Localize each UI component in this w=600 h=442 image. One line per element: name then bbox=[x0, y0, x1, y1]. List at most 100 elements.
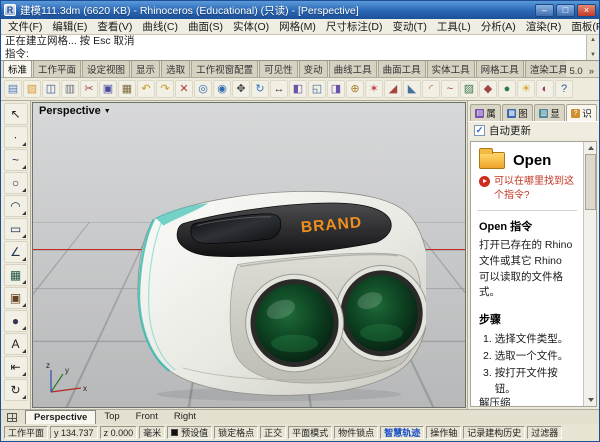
paste-icon[interactable]: ▦ bbox=[118, 80, 136, 98]
pan-icon[interactable]: ✥ bbox=[232, 80, 250, 98]
menu-item[interactable]: 网格(M) bbox=[274, 19, 321, 34]
print-icon[interactable]: ▥ bbox=[61, 80, 79, 98]
move-icon[interactable]: ↔ bbox=[270, 80, 288, 98]
3d-model[interactable]: BRAND bbox=[93, 167, 426, 401]
help-icon[interactable]: ? bbox=[555, 80, 573, 98]
ribbon-tab[interactable]: 工作平面 bbox=[33, 60, 81, 77]
current-layer[interactable]: 预设值 bbox=[167, 426, 212, 439]
transform-icon[interactable]: ↻ bbox=[4, 379, 28, 401]
menu-item[interactable]: 渲染(R) bbox=[521, 19, 567, 34]
ribbon-tab[interactable]: 曲线工具 bbox=[329, 60, 377, 77]
panel-tab-properties[interactable]: ▤ 属 bbox=[470, 104, 501, 121]
menu-item[interactable]: 工具(L) bbox=[432, 19, 476, 34]
zoom-extents-icon[interactable]: ◎ bbox=[194, 80, 212, 98]
copy-icon[interactable]: ▣ bbox=[99, 80, 117, 98]
status-toggle[interactable]: 平面模式 bbox=[288, 426, 332, 439]
split-icon[interactable]: ◣ bbox=[403, 80, 421, 98]
box-icon[interactable]: ▣ bbox=[4, 287, 28, 309]
ribbon-tab[interactable]: 曲面工具 bbox=[378, 60, 426, 77]
text-icon[interactable]: A bbox=[4, 333, 28, 355]
solid-tool-icon[interactable]: ◆ bbox=[479, 80, 497, 98]
ribbon-tab[interactable]: 渲染工具 bbox=[525, 60, 567, 77]
menu-item[interactable]: 查看(V) bbox=[92, 19, 137, 34]
status-toggle[interactable]: 智慧轨迹 bbox=[380, 426, 424, 439]
ribbon-tab[interactable]: 显示 bbox=[131, 60, 160, 77]
curve-icon[interactable]: ~ bbox=[4, 149, 28, 171]
status-toggle[interactable]: 正交 bbox=[260, 426, 286, 439]
viewport-title-menu[interactable]: Perspective ▼ bbox=[39, 105, 111, 117]
viewport-tab[interactable]: Right bbox=[166, 410, 204, 424]
ribbon-tab[interactable]: 工作视窗配置 bbox=[191, 60, 258, 77]
menu-item[interactable]: 分析(A) bbox=[476, 19, 521, 34]
save-icon[interactable]: ◫ bbox=[42, 80, 60, 98]
point-icon[interactable]: ∙ bbox=[4, 126, 28, 148]
ribbon-tab[interactable]: 可见性 bbox=[259, 60, 298, 77]
scroll-up-icon[interactable] bbox=[585, 142, 596, 154]
undo-icon[interactable]: ↶ bbox=[137, 80, 155, 98]
status-field[interactable]: 工作平面 bbox=[4, 426, 48, 439]
viewport-tab[interactable]: Front bbox=[128, 410, 166, 424]
status-field[interactable]: y 134.737 bbox=[50, 426, 98, 439]
render-icon[interactable]: ● bbox=[498, 80, 516, 98]
open-file-icon[interactable]: ▧ bbox=[23, 80, 41, 98]
status-toggle[interactable]: 锁定格点 bbox=[214, 426, 258, 439]
material-icon[interactable]: ◐ bbox=[536, 80, 554, 98]
scroll-down-icon[interactable] bbox=[585, 394, 596, 406]
viewport-dropdown-icon[interactable]: ▼ bbox=[104, 108, 111, 115]
auto-update-checkbox[interactable]: ✓ bbox=[474, 125, 485, 136]
copy-object-icon[interactable]: ◧ bbox=[289, 80, 307, 98]
viewport-tab[interactable]: Top bbox=[96, 410, 127, 424]
menu-item[interactable]: 实体(O) bbox=[228, 19, 274, 34]
select-arrow-icon[interactable]: ↖ bbox=[4, 103, 28, 125]
dimension-icon[interactable]: ⇤ bbox=[4, 356, 28, 378]
viewport-perspective[interactable]: Perspective ▼ bbox=[32, 102, 466, 408]
arc-icon[interactable]: ◠ bbox=[4, 195, 28, 217]
cut-icon[interactable]: ✂ bbox=[80, 80, 98, 98]
status-toggle[interactable]: 记录建构历史 bbox=[463, 426, 525, 439]
trim-icon[interactable]: ◢ bbox=[384, 80, 402, 98]
circle-icon[interactable]: ○ bbox=[4, 172, 28, 194]
surface-icon[interactable]: ▦ bbox=[4, 264, 28, 286]
delete-icon[interactable]: ✕ bbox=[175, 80, 193, 98]
join-icon[interactable]: ⊕ bbox=[346, 80, 364, 98]
title-bar[interactable]: R 建模111.3dm (6620 KB) - Rhinoceros (Educ… bbox=[1, 1, 599, 19]
ribbon-tab[interactable]: 网格工具 bbox=[476, 60, 524, 77]
fillet-icon[interactable]: ◜ bbox=[422, 80, 440, 98]
status-toggle[interactable]: 物件锁点 bbox=[334, 426, 378, 439]
panel-tab-help[interactable]: ? 识 bbox=[566, 104, 597, 121]
scroll-up-icon[interactable]: ▲ bbox=[590, 37, 596, 43]
explode-icon[interactable]: ✶ bbox=[365, 80, 383, 98]
maximize-button[interactable]: □ bbox=[556, 4, 575, 17]
menu-item[interactable]: 尺寸标注(D) bbox=[321, 19, 388, 34]
viewport-tab[interactable]: Perspective bbox=[25, 410, 96, 424]
menu-item[interactable]: 变动(T) bbox=[388, 19, 432, 34]
panel-tab-layers[interactable]: ▦ 图 bbox=[502, 104, 533, 121]
mirror-icon[interactable]: ◨ bbox=[327, 80, 345, 98]
rectangle-icon[interactable]: ▭ bbox=[4, 218, 28, 240]
minimize-button[interactable]: – bbox=[535, 4, 554, 17]
new-file-icon[interactable]: ▤ bbox=[4, 80, 22, 98]
ribbon-tab[interactable]: 标准 bbox=[3, 60, 32, 77]
zoom-window-icon[interactable]: ◉ bbox=[213, 80, 231, 98]
light-icon[interactable]: ☀ bbox=[517, 80, 535, 98]
scale-icon[interactable]: ◱ bbox=[308, 80, 326, 98]
scroll-thumb[interactable] bbox=[585, 154, 596, 210]
panel-tab-display[interactable]: ▥ 显 bbox=[534, 104, 565, 121]
ribbon-tab[interactable]: 选取 bbox=[161, 60, 190, 77]
help-scrollbar[interactable] bbox=[583, 142, 596, 406]
command-scrollbar[interactable]: ▲ ▼ bbox=[586, 35, 599, 60]
status-field[interactable]: z 0.000 bbox=[100, 426, 138, 439]
menu-item[interactable]: 曲线(C) bbox=[137, 19, 183, 34]
scroll-down-icon[interactable]: ▼ bbox=[590, 52, 596, 58]
menu-item[interactable]: 编辑(E) bbox=[47, 19, 92, 34]
surface-tool-icon[interactable]: ▨ bbox=[460, 80, 478, 98]
sphere-icon[interactable]: ● bbox=[4, 310, 28, 332]
status-toggle[interactable]: 操作轴 bbox=[426, 426, 461, 439]
menu-item[interactable]: 曲面(S) bbox=[183, 19, 228, 34]
viewport-pages-icon[interactable] bbox=[7, 413, 17, 422]
status-field[interactable]: 毫米 bbox=[139, 426, 165, 439]
find-command-link[interactable]: 可以在哪里找到这个指令? bbox=[471, 175, 583, 208]
menu-item[interactable]: 文件(F) bbox=[3, 19, 47, 34]
polyline-icon[interactable]: ∠ bbox=[4, 241, 28, 263]
menu-item[interactable]: 面板(P) bbox=[566, 19, 600, 34]
